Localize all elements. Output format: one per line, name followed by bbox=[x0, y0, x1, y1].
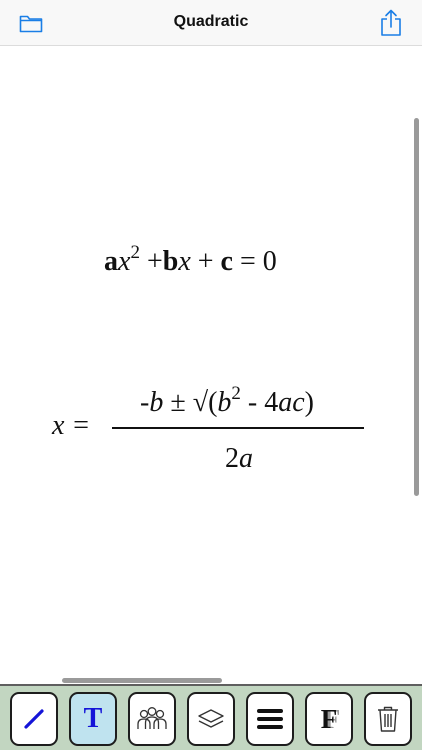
var-x: x bbox=[178, 246, 191, 277]
font-icon: F bbox=[320, 703, 338, 734]
layers-button[interactable] bbox=[187, 692, 235, 746]
navigation-bar: Quadratic bbox=[0, 0, 422, 46]
formula-denominator[interactable]: 2a bbox=[225, 443, 253, 475]
var-x: x bbox=[118, 246, 131, 277]
font-button[interactable]: F bbox=[305, 692, 353, 746]
menu-icon bbox=[257, 709, 283, 729]
op-plus: + bbox=[139, 246, 163, 277]
plus-minus-sqrt: ± √( bbox=[163, 387, 218, 418]
fraction-line[interactable] bbox=[112, 427, 364, 429]
bottom-toolbar: T F bbox=[0, 684, 422, 750]
den-two: 2 bbox=[225, 443, 239, 474]
close-paren: ) bbox=[304, 387, 314, 418]
layers-icon bbox=[198, 709, 224, 728]
horizontal-scrollbar[interactable] bbox=[62, 678, 222, 683]
var-ac: ac bbox=[278, 387, 305, 418]
equals-zero: = 0 bbox=[232, 246, 277, 277]
exponent: 2 bbox=[130, 242, 140, 263]
lhs-text: x = bbox=[52, 410, 91, 441]
coef-c: c bbox=[220, 246, 233, 277]
delete-button[interactable] bbox=[364, 692, 412, 746]
drawing-canvas[interactable] bbox=[0, 47, 422, 684]
menu-button[interactable] bbox=[246, 692, 294, 746]
text-icon: T bbox=[83, 703, 103, 734]
var-b: b bbox=[217, 387, 232, 418]
pen-line-icon bbox=[24, 709, 44, 729]
vertical-scrollbar[interactable] bbox=[414, 118, 419, 496]
exponent: 2 bbox=[231, 383, 241, 404]
var-a: a bbox=[239, 443, 253, 474]
share-button[interactable] bbox=[376, 8, 406, 38]
draw-line-button[interactable] bbox=[10, 692, 58, 746]
page-title: Quadratic bbox=[173, 13, 249, 30]
minus-sign: - bbox=[140, 387, 150, 418]
formula-numerator[interactable]: -b ± √(b2 - 4ac) bbox=[140, 383, 314, 419]
quadratic-equation[interactable]: ax2 +bx + c = 0 bbox=[104, 242, 277, 278]
var-b: b bbox=[149, 387, 164, 418]
share-icon bbox=[381, 9, 401, 36]
text-tool-button[interactable]: T bbox=[69, 692, 117, 746]
coef-b: b bbox=[162, 246, 179, 277]
group-button[interactable] bbox=[128, 692, 176, 746]
trash-icon bbox=[378, 706, 398, 732]
formula-lhs[interactable]: x = bbox=[52, 410, 90, 442]
minus-four: - 4 bbox=[240, 387, 279, 418]
op-plus: + bbox=[190, 246, 221, 277]
coef-a: a bbox=[104, 246, 118, 277]
group-icon bbox=[137, 707, 167, 729]
